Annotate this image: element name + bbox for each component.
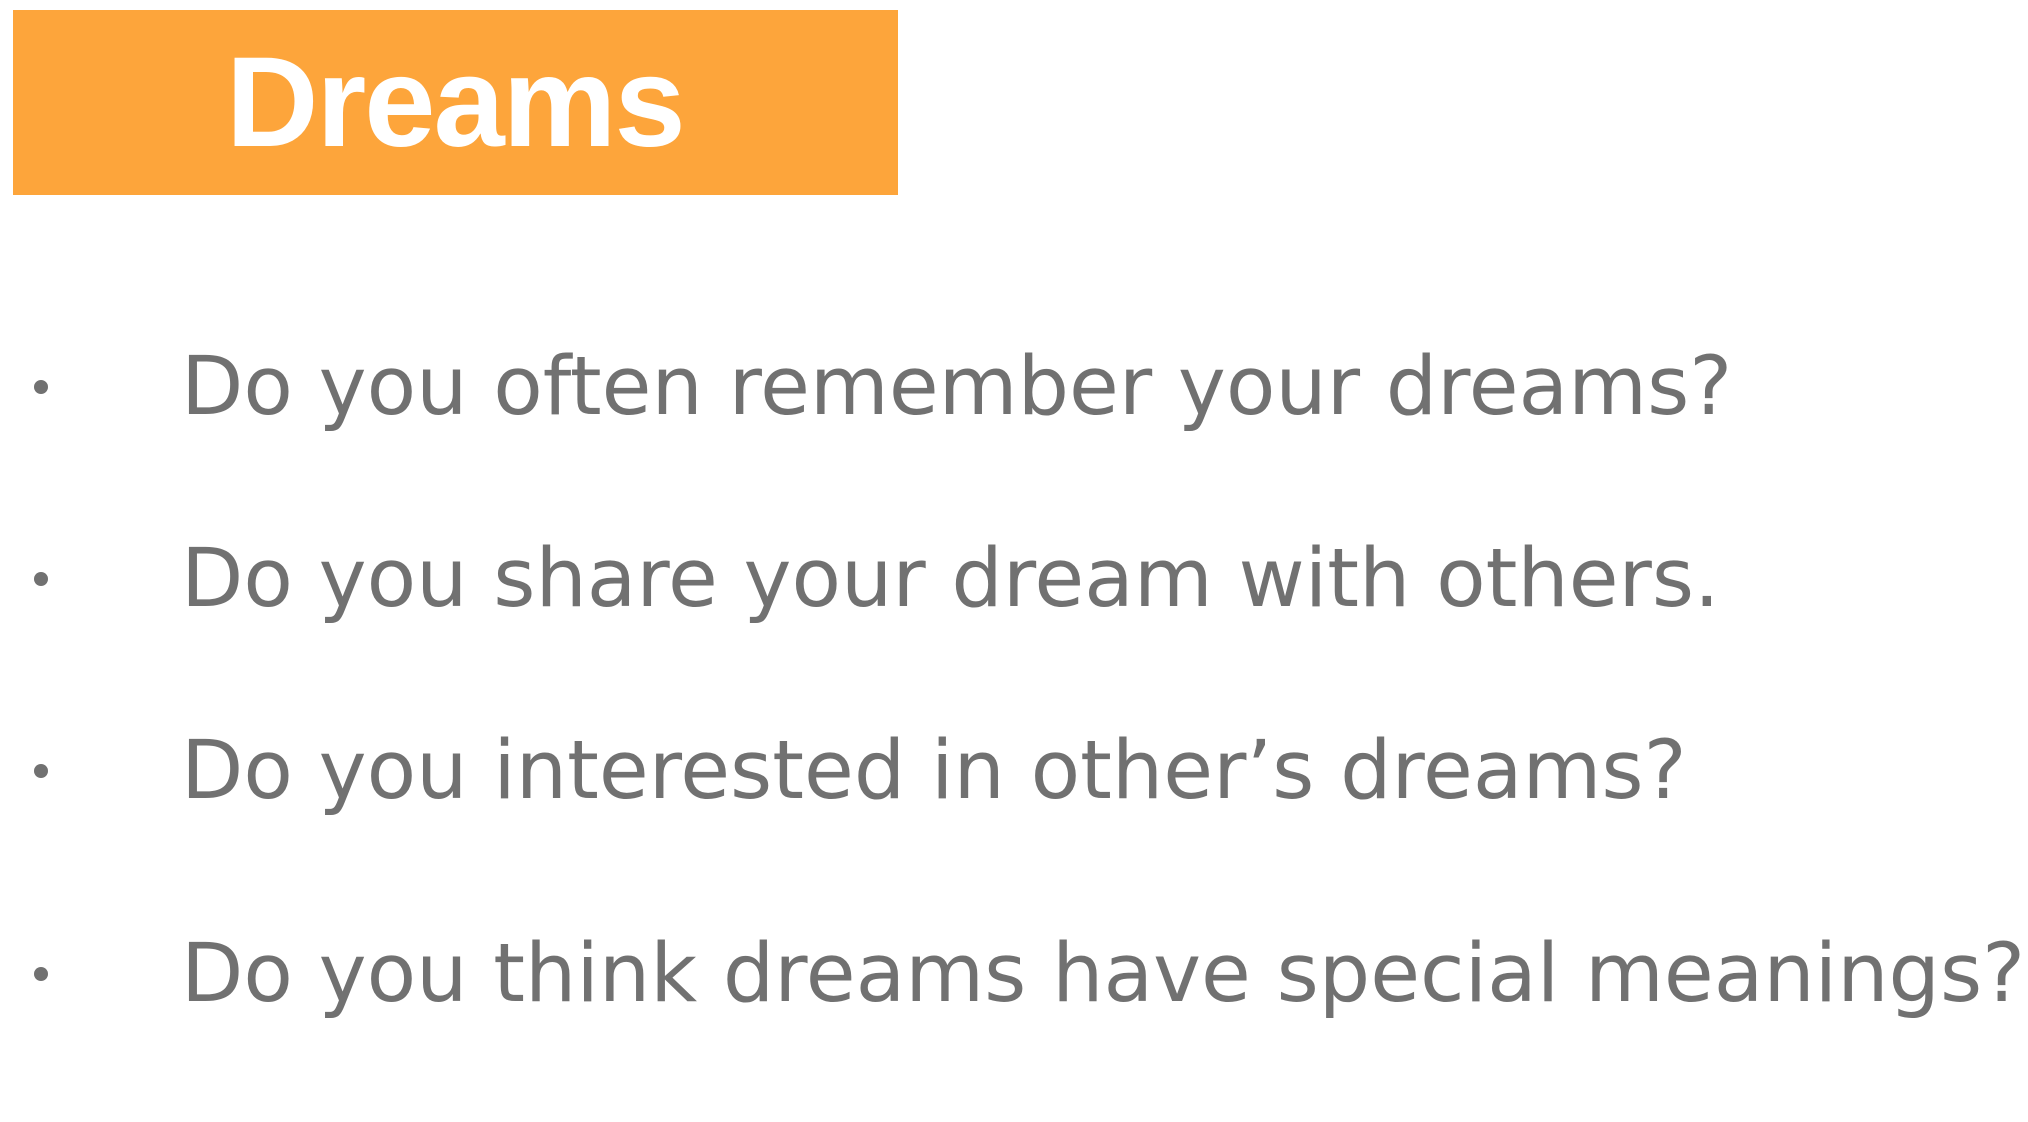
- bullet-text: Do you share your dream with others.: [181, 531, 1720, 626]
- bullet-item: Do you share your dream with others.: [0, 524, 2028, 634]
- bullet-dot-icon: [34, 764, 48, 778]
- bullet-item: Do you think dreams have special meaning…: [0, 919, 2028, 1029]
- bullet-text: Do you think dreams have special meaning…: [181, 926, 2026, 1021]
- bullet-text: Do you often remember your dreams?: [181, 339, 1733, 434]
- bullet-list: Do you often remember your dreams? Do yo…: [0, 0, 2028, 1122]
- bullet-item: Do you often remember your dreams?: [0, 332, 2028, 442]
- bullet-dot-icon: [34, 967, 48, 981]
- bullet-dot-icon: [34, 380, 48, 394]
- bullet-dot-icon: [34, 572, 48, 586]
- bullet-text: Do you interested in other’s dreams?: [181, 723, 1687, 818]
- slide: Dreams Do you often remember your dreams…: [0, 0, 2028, 1122]
- bullet-item: Do you interested in other’s dreams?: [0, 716, 2028, 826]
